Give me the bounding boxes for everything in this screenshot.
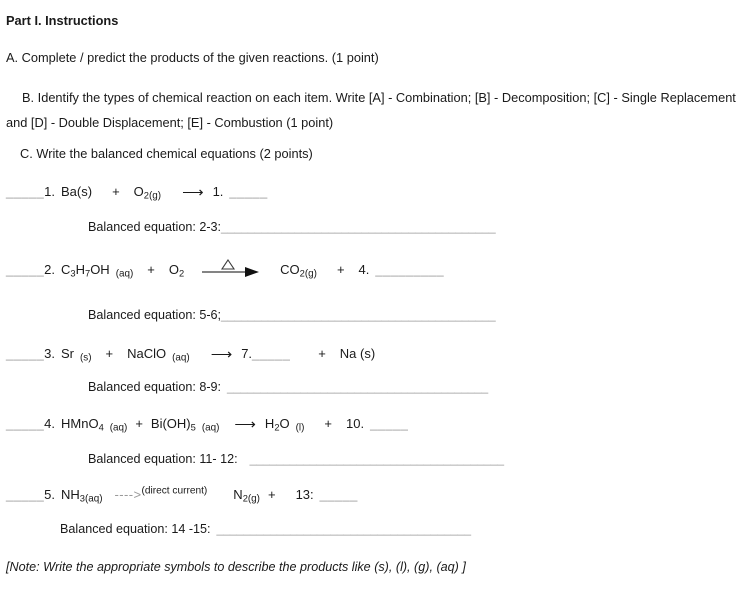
item-1-reactant-2-state: (g) bbox=[148, 190, 162, 202]
item-4-product-1-state: (l) bbox=[295, 422, 305, 434]
balanced-rule-5[interactable]: ______________________________________ bbox=[217, 522, 471, 536]
direct-current-arrow-icon: ----> bbox=[114, 487, 142, 502]
reaction-item-5: _____5. NH3(aq) ---->(direct current) N2(g)… bbox=[6, 485, 358, 505]
item-1-product-number: 1. bbox=[212, 184, 224, 199]
item-3-reactant-2-state: (aq) bbox=[172, 352, 190, 364]
item-4-reactant-2-subscript: 5 bbox=[190, 422, 196, 433]
item-2-product-blank[interactable]: _________ bbox=[375, 262, 444, 277]
balanced-equation-2: Balanced equation: 5-6;_________________… bbox=[88, 308, 496, 322]
balanced-rule-2[interactable]: ________________________________________… bbox=[221, 308, 496, 322]
item-4-plus-2: + bbox=[324, 416, 333, 431]
footer-note: [Note: Write the appropriate symbols to … bbox=[6, 560, 466, 574]
item-1-product-blank[interactable]: _____ bbox=[229, 184, 267, 199]
item-2-number: 2. bbox=[44, 262, 55, 277]
reaction-arrow-icon: ⟶ bbox=[210, 346, 233, 363]
balanced-label-1: Balanced equation: 2-3: bbox=[88, 220, 222, 234]
item-2-product-number: 4. bbox=[358, 262, 370, 277]
item-5-type-blank[interactable]: _____ bbox=[6, 487, 44, 502]
item-2-reactant-2: O bbox=[168, 262, 179, 277]
item-3-type-blank[interactable]: _____ bbox=[6, 346, 44, 361]
item-5-product-1: N bbox=[233, 487, 243, 502]
item-2-plus-1: + bbox=[147, 262, 155, 277]
item-3-product-2: Na (s) bbox=[339, 346, 376, 361]
reaction-item-4: _____4. HMnO4 (aq) + Bi(OH)5 (aq) ⟶ H2O (l) +10. _… bbox=[6, 415, 408, 433]
item-3-product-number: 7. bbox=[241, 346, 253, 361]
item-1-plus-1: + bbox=[112, 184, 120, 199]
instruction-b: B. Identify the types of chemical reacti… bbox=[6, 90, 736, 130]
item-2-product-1-state: (g) bbox=[304, 268, 317, 280]
item-5-product-number: 13: bbox=[295, 487, 314, 502]
item-2-plus-2: + bbox=[336, 262, 345, 277]
item-5-product-1-state: (g) bbox=[247, 493, 260, 505]
item-4-reactant-2: Bi(OH) bbox=[150, 416, 191, 431]
item-5-arrow-condition: (direct current) bbox=[141, 485, 208, 497]
item-3-number: 3. bbox=[44, 346, 55, 361]
item-2-product-1: CO bbox=[280, 262, 300, 277]
balanced-label-2: Balanced equation: 5-6; bbox=[88, 308, 222, 322]
worksheet-page: Part I. Instructions A. Complete / predi… bbox=[0, 0, 755, 593]
reaction-arrow-icon: ⟶ bbox=[234, 416, 256, 433]
item-1-reactant-1: Ba(s) bbox=[61, 184, 93, 199]
item-3-plus-1: + bbox=[105, 346, 114, 361]
item-4-type-blank[interactable]: _____ bbox=[6, 416, 44, 431]
item-4-reactant-1-subscript: 4 bbox=[98, 422, 104, 433]
item-4-product-1-end: O bbox=[279, 416, 290, 431]
balanced-rule-4[interactable]: ______________________________________ bbox=[250, 452, 504, 466]
item-3-reactant-1: Sr bbox=[61, 346, 74, 361]
page-title: Part I. Instructions bbox=[6, 13, 119, 28]
balanced-label-4: Balanced equation: 11- 12: bbox=[88, 452, 238, 466]
reaction-arrow-icon: ⟶ bbox=[182, 184, 204, 201]
item-3-product-blank[interactable]: _____ bbox=[252, 346, 290, 361]
item-4-plus-1: + bbox=[135, 416, 143, 431]
item-1-reactant-2: O bbox=[133, 184, 144, 199]
item-2-reactant-1-mid: H bbox=[75, 262, 85, 277]
reaction-item-1: _____1. Ba(s) + O2(g) ⟶ 1. _____ bbox=[6, 183, 268, 201]
balanced-label-3: Balanced equation: 8-9: bbox=[88, 380, 222, 394]
item-5-reactant-1-state: (aq) bbox=[84, 493, 103, 505]
balanced-rule-3[interactable]: _______________________________________ bbox=[227, 380, 488, 394]
item-2-reactant-1-end: OH bbox=[90, 262, 110, 277]
heat-reaction-arrow-icon bbox=[198, 258, 260, 278]
item-3-reactant-1-state: (s) bbox=[80, 352, 92, 364]
item-2-reactant-2-subscript: 2 bbox=[178, 268, 185, 279]
item-4-reactant-1: HMnO bbox=[61, 416, 99, 431]
item-4-reactant-2-state: (aq) bbox=[201, 422, 220, 434]
item-4-product-1: H bbox=[264, 416, 275, 431]
item-1-number: 1. bbox=[44, 184, 55, 199]
item-2-type-blank[interactable]: _____ bbox=[6, 262, 44, 277]
balanced-rule-1[interactable]: ________________________________________… bbox=[221, 220, 496, 234]
reaction-item-3: _____3. Sr (s) + NaClO (aq) ⟶ 7._____ + Na (s) bbox=[6, 345, 375, 363]
item-5-reactant-1: NH bbox=[61, 487, 80, 502]
item-4-product-number: 10. bbox=[346, 416, 365, 431]
item-5-plus-1: + bbox=[267, 487, 276, 502]
reaction-item-2: _____2. C3H7OH (aq) + O2 CO2(g) +4. _________ bbox=[6, 258, 444, 280]
item-4-number: 4. bbox=[44, 416, 55, 431]
balanced-label-5: Balanced equation: 14 -15: bbox=[60, 522, 211, 536]
balanced-equation-3: Balanced equation: 8-9: _________________… bbox=[88, 380, 488, 394]
item-5-number: 5. bbox=[44, 487, 55, 502]
item-4-product-blank[interactable]: _____ bbox=[370, 416, 408, 431]
balanced-equation-5: Balanced equation: 14 -15: ______________… bbox=[60, 522, 471, 536]
item-1-type-blank[interactable]: _____ bbox=[6, 184, 44, 199]
item-5-product-blank[interactable]: _____ bbox=[320, 487, 358, 502]
item-4-reactant-1-state: (aq) bbox=[109, 422, 128, 434]
item-3-plus-2: + bbox=[318, 346, 326, 361]
item-2-reactant-1-state: (aq) bbox=[115, 268, 134, 280]
item-3-reactant-2: NaClO bbox=[127, 346, 167, 361]
item-2-reactant-1: C bbox=[61, 262, 71, 277]
instruction-a: A. Complete / predict the products of th… bbox=[6, 50, 379, 65]
instruction-c: C. Write the balanced chemical equations… bbox=[20, 146, 313, 161]
balanced-equation-1: Balanced equation: 2-3:_________________… bbox=[88, 220, 496, 234]
balanced-equation-4: Balanced equation: 11- 12: ______________… bbox=[88, 452, 504, 466]
